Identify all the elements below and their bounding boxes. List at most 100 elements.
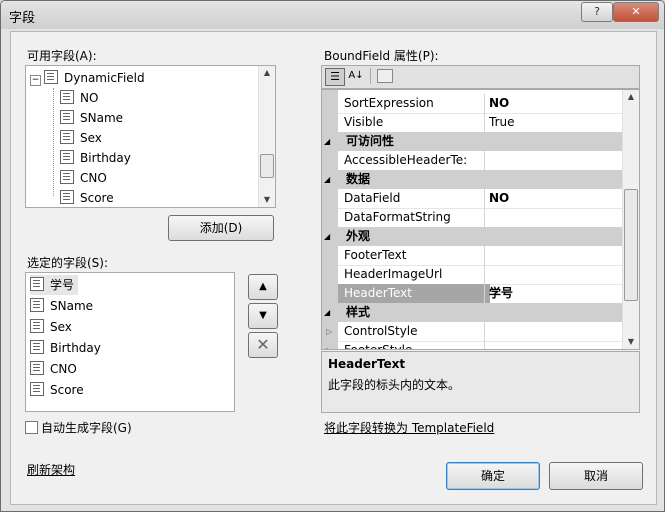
move-up-button[interactable]: ▲ [248, 274, 278, 300]
close-button[interactable]: ✕ [613, 2, 659, 22]
tree-line [53, 88, 55, 196]
property-name[interactable]: Visible [338, 113, 490, 133]
field-icon [60, 130, 74, 144]
collapse-icon[interactable]: ◢ [324, 227, 330, 246]
property-value[interactable]: 学号 [484, 284, 635, 304]
cancel-button[interactable]: 取消 [549, 462, 643, 490]
window-title: 字段 [9, 11, 36, 26]
convert-to-templatefield-link[interactable]: 将此字段转换为 TemplateField [324, 419, 494, 436]
list-item-label: Sex [50, 320, 72, 334]
property-toolbar: ☰ A↓ [321, 65, 640, 89]
property-value[interactable]: NO [484, 189, 635, 209]
property-value[interactable] [484, 151, 635, 171]
property-name[interactable]: SortExpression [338, 94, 490, 114]
list-item-label: SName [50, 299, 94, 313]
tree-item-label: Score [80, 191, 114, 205]
property-value[interactable] [484, 208, 635, 228]
property-grid[interactable]: SortExpression NO Visible True ◢ 可访问性 Accessib… [321, 89, 640, 350]
field-icon [30, 340, 44, 354]
scroll-thumb[interactable] [260, 154, 274, 178]
list-item[interactable]: Sex [30, 317, 72, 337]
list-item[interactable]: CNO [30, 359, 77, 379]
tree-item[interactable]: Sex [60, 128, 102, 148]
expand-icon[interactable]: ▷ [326, 341, 332, 349]
list-item-label: Score [50, 383, 84, 397]
available-fields-tree[interactable]: − DynamicField NO SName Sex Birthday CNO … [25, 65, 276, 208]
property-name[interactable]: HeaderImageUrl [338, 265, 490, 285]
property-value[interactable] [484, 341, 635, 349]
property-name[interactable]: DataFormatString [338, 208, 490, 228]
delete-icon: ✕ [256, 335, 270, 354]
ok-button[interactable]: 确定 [446, 462, 540, 490]
list-item[interactable]: 学号 [30, 275, 79, 295]
list-item[interactable]: Score [30, 380, 84, 400]
property-name[interactable]: FooterText [338, 246, 490, 266]
properties-label: BoundField 属性(P): [324, 49, 439, 63]
table-icon [44, 70, 58, 84]
list-item[interactable]: SName [30, 296, 93, 316]
selected-fields-list[interactable]: 学号 SName Sex Birthday CNO Score [25, 272, 235, 412]
move-down-icon: ▼ [259, 310, 267, 321]
tree-item[interactable]: SName [60, 108, 123, 128]
property-category[interactable]: ◢ 数据 [324, 170, 638, 189]
add-button[interactable]: 添加(D) [168, 215, 274, 241]
field-icon [60, 190, 74, 204]
property-value[interactable]: True [484, 113, 635, 133]
scroll-thumb[interactable] [624, 189, 638, 301]
field-icon [30, 382, 44, 396]
tree-item[interactable]: Birthday [60, 148, 131, 168]
property-category[interactable]: ◢ 样式 [324, 303, 638, 322]
list-item-label: 学号 [50, 278, 75, 292]
dialog-body: 可用字段(A): − DynamicField NO SName Sex Birt… [10, 31, 657, 505]
property-name[interactable]: HeaderText [338, 284, 490, 304]
expand-icon[interactable]: ▷ [326, 322, 332, 341]
collapse-icon[interactable]: ◢ [324, 303, 330, 322]
title-bar: 字段 ? ✕ [1, 1, 664, 29]
property-value[interactable]: NO [484, 94, 635, 114]
property-pages-icon[interactable] [377, 69, 393, 83]
move-up-icon: ▲ [259, 281, 267, 292]
property-value[interactable] [484, 246, 635, 266]
scroll-up-arrow[interactable]: ▲ [623, 90, 639, 104]
property-scrollbar[interactable]: ▲ ▼ [622, 90, 639, 349]
property-category[interactable]: ◢ 可访问性 [324, 132, 638, 151]
collapse-icon[interactable]: ◢ [324, 170, 330, 189]
collapse-icon[interactable]: ◢ [324, 132, 330, 151]
tree-root-item[interactable]: − DynamicField [30, 68, 145, 88]
tree-root-label: DynamicField [64, 71, 145, 85]
property-name[interactable]: AccessibleHeaderTe: [338, 151, 490, 171]
tree-item[interactable]: Score [60, 188, 114, 207]
scroll-up-arrow[interactable]: ▲ [259, 66, 275, 80]
property-value[interactable] [484, 322, 635, 342]
field-icon [30, 361, 44, 375]
available-scrollbar[interactable]: ▲ ▼ [258, 66, 275, 207]
delete-button[interactable]: ✕ [248, 332, 278, 358]
collapse-icon[interactable]: − [30, 75, 41, 86]
selected-fields-label: 选定的字段(S): [27, 256, 109, 270]
property-name[interactable]: ControlStyle ▷ [326, 322, 490, 342]
tree-item[interactable]: NO [60, 88, 98, 108]
move-down-button[interactable]: ▼ [248, 303, 278, 329]
alphabetical-icon[interactable]: A↓ [347, 68, 365, 84]
auto-generate-checkbox[interactable] [25, 421, 38, 434]
property-name[interactable]: DataField [338, 189, 490, 209]
refresh-schema-link[interactable]: 刷新架构 [27, 461, 75, 478]
categorized-icon[interactable]: ☰ [325, 68, 345, 86]
grid-rows: SortExpression NO Visible True ◢ 可访问性 Accessib… [324, 94, 638, 349]
tree-item[interactable]: CNO [60, 168, 107, 188]
scroll-down-arrow[interactable]: ▼ [259, 193, 275, 207]
property-name[interactable]: FooterStyle▷ [326, 341, 490, 349]
field-icon [60, 150, 74, 164]
fields-dialog: 字段 ? ✕ 可用字段(A): − DynamicField NO SName S… [0, 0, 665, 512]
list-item-label: CNO [50, 362, 77, 376]
field-icon [60, 170, 74, 184]
field-icon [60, 110, 74, 124]
list-item[interactable]: Birthday [30, 338, 101, 358]
field-icon [30, 277, 44, 291]
tree-item-label: SName [80, 111, 124, 125]
property-category[interactable]: ◢ 外观 [324, 227, 638, 246]
property-value[interactable] [484, 265, 635, 285]
scroll-down-arrow[interactable]: ▼ [623, 335, 639, 349]
field-icon [30, 319, 44, 333]
help-button[interactable]: ? [581, 2, 613, 22]
